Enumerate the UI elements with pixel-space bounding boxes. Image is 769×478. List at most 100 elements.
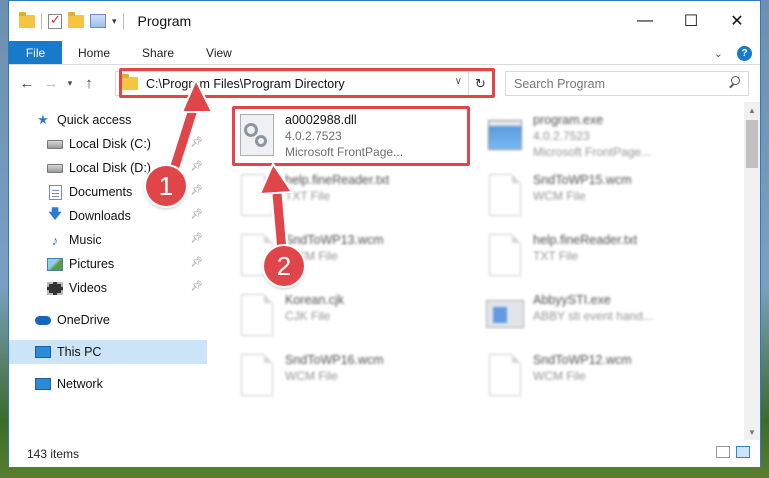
sidebar-item-label: Pictures	[69, 257, 115, 271]
scroll-up-icon[interactable]: ▲	[744, 102, 760, 118]
sidebar-item-downloads[interactable]: 🡇 Downloads 📌︎	[9, 204, 209, 228]
close-button[interactable]: ✕	[714, 1, 760, 41]
text-file-icon	[237, 172, 277, 220]
file-version: 4.0.2.7523	[533, 129, 590, 143]
file-item[interactable]: help.fineReader.txt TXT File	[233, 168, 473, 224]
sidebar-item-label: OneDrive	[57, 313, 110, 327]
file-item[interactable]: Korean.cjk CJK File	[233, 288, 473, 344]
recent-locations-icon[interactable]: ▾	[63, 78, 77, 89]
generic-file-icon	[485, 352, 525, 400]
properties-check-icon[interactable]	[48, 12, 62, 29]
exe-file-icon	[485, 292, 525, 340]
generic-file-icon	[485, 172, 525, 220]
file-name: Korean.cjk	[285, 293, 345, 307]
pin-icon[interactable]: 📌︎	[190, 137, 203, 148]
sidebar-item-onedrive[interactable]: OneDrive	[9, 308, 209, 332]
step-2-badge: 2	[264, 246, 304, 286]
scroll-down-icon[interactable]: ▼	[744, 424, 760, 440]
up-arrow-icon[interactable]: ↑	[77, 75, 101, 92]
vertical-scrollbar[interactable]: ▲ ▼	[744, 102, 760, 440]
sidebar-item-label: Music	[69, 233, 102, 247]
pin-icon[interactable]: 📌︎	[190, 161, 203, 172]
chevron-down-icon[interactable]: ▾	[112, 16, 117, 27]
documents-icon	[47, 184, 63, 200]
window-controls: — ☐ ✕	[622, 1, 760, 41]
sidebar-item-label: Quick access	[57, 113, 132, 127]
expand-ribbon-icon[interactable]: ⌄	[714, 47, 723, 60]
file-type: TXT File	[533, 249, 579, 263]
pin-icon[interactable]: 📌︎	[190, 281, 203, 292]
window-title: Program	[137, 13, 192, 29]
minimize-button[interactable]: —	[622, 1, 668, 41]
pin-icon[interactable]: 📌︎	[190, 257, 203, 268]
sidebar-item-label: Documents	[69, 185, 133, 199]
file-item-exe[interactable]: program.exe 4.0.2.7523 Microsoft FrontPa…	[481, 108, 721, 164]
back-arrow-icon[interactable]: ←	[15, 75, 39, 92]
videos-icon	[47, 281, 63, 295]
step-1-badge: 1	[146, 166, 186, 206]
file-type: ABBY sti event hand...	[533, 309, 653, 323]
navigation-pane: ★ Quick access Local Disk (C:) 📌︎ Local …	[9, 102, 209, 440]
maximize-button[interactable]: ☐	[668, 1, 714, 41]
file-item[interactable]: help.fineReader.txt TXT File	[481, 228, 721, 284]
downloads-icon: 🡇	[48, 206, 62, 221]
file-name: SndToWP16.wcm	[285, 353, 384, 367]
exe-file-icon	[485, 112, 525, 160]
file-name: SndToWP12.wcm	[533, 353, 632, 367]
file-item[interactable]: SndToWP16.wcm WCM File	[233, 348, 473, 404]
help-icon[interactable]: ?	[737, 45, 752, 61]
tab-share[interactable]: Share	[126, 41, 190, 64]
ribbon-tabs: File Home Share View ⌄ ?	[9, 41, 760, 65]
search-icon[interactable]	[728, 76, 740, 88]
title-bar: ▾ Program — ☐ ✕	[9, 1, 760, 41]
tab-view[interactable]: View	[190, 41, 248, 64]
tab-file[interactable]: File	[9, 41, 62, 64]
forward-arrow-icon[interactable]: →	[39, 75, 63, 92]
toolbar-divider	[41, 13, 42, 29]
tiles-view-icon[interactable]	[736, 446, 750, 458]
file-name: SndToWP15.wcm	[533, 173, 632, 187]
sidebar-item-local-disk-c[interactable]: Local Disk (C:) 📌︎	[9, 132, 209, 156]
disk-icon	[47, 161, 63, 175]
pin-icon[interactable]: 📌︎	[190, 209, 203, 220]
sidebar-item-label: This PC	[57, 345, 102, 359]
customize-icon[interactable]	[90, 14, 106, 28]
network-icon	[35, 377, 51, 391]
music-icon: ♪	[51, 232, 59, 248]
file-item[interactable]: SndToWP15.wcm WCM File	[481, 168, 721, 224]
file-name: program.exe	[533, 113, 604, 127]
this-pc-icon	[35, 345, 51, 359]
file-name: help.fineReader.txt	[533, 233, 638, 247]
sidebar-item-this-pc[interactable]: This PC	[9, 340, 207, 364]
status-bar: 143 items	[9, 440, 760, 467]
pin-icon[interactable]: 📌︎	[190, 233, 203, 244]
scroll-thumb[interactable]	[746, 120, 758, 168]
generic-file-icon	[237, 352, 277, 400]
ribbon-right-controls: ⌄ ?	[714, 41, 752, 65]
sidebar-item-label: Local Disk (C:)	[69, 137, 151, 151]
sidebar-item-label: Downloads	[69, 209, 131, 223]
generic-file-icon	[237, 292, 277, 340]
tab-home[interactable]: Home	[62, 41, 126, 64]
sidebar-item-pictures[interactable]: Pictures 📌︎	[9, 252, 209, 276]
folder-icon	[19, 11, 35, 28]
quick-access-toolbar: ▾	[19, 11, 124, 29]
view-switcher	[716, 446, 750, 458]
disk-icon	[47, 137, 63, 151]
search-input[interactable]: Search Program	[505, 71, 749, 96]
file-type: WCM File	[285, 369, 338, 383]
sidebar-item-quick-access[interactable]: ★ Quick access	[9, 108, 209, 132]
sidebar-item-network[interactable]: Network	[9, 372, 209, 396]
sidebar-item-music[interactable]: ♪ Music 📌︎	[9, 228, 209, 252]
text-file-icon	[485, 232, 525, 280]
file-name: AbbyySTI.exe	[533, 293, 611, 307]
file-item[interactable]: SndToWP12.wcm WCM File	[481, 348, 721, 404]
new-folder-icon[interactable]	[68, 11, 84, 28]
details-view-icon[interactable]	[716, 446, 730, 458]
sidebar-item-videos[interactable]: Videos 📌︎	[9, 276, 209, 300]
file-name: help.fineReader.txt	[285, 173, 390, 187]
pin-icon[interactable]: 📌︎	[190, 185, 203, 196]
file-type: WCM File	[533, 189, 586, 203]
item-count: 143 items	[27, 446, 80, 461]
file-item[interactable]: AbbyySTI.exe ABBY sti event hand...	[481, 288, 721, 344]
